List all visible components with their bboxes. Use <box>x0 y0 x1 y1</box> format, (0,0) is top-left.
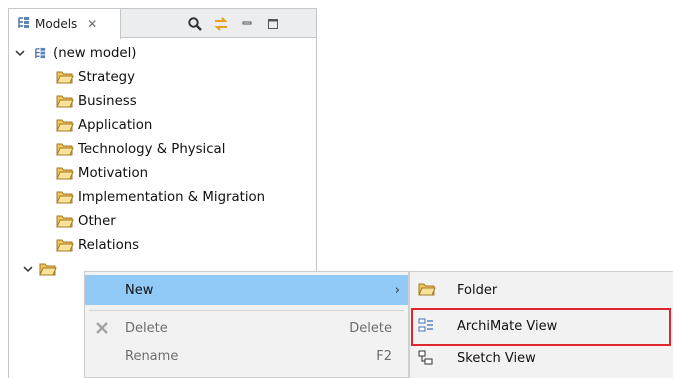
context-menu: New › Delete Delete Rename F2 <box>84 271 409 378</box>
maximize-icon[interactable] <box>263 14 283 34</box>
view-header: Models ✕ <box>9 9 316 39</box>
tree-item-folder[interactable]: Technology & Physical <box>9 137 316 161</box>
folder-icon <box>56 142 74 156</box>
models-tab[interactable]: Models ✕ <box>9 9 121 39</box>
submenu-item-label: Sketch View <box>457 350 536 366</box>
tree-item-label: Strategy <box>78 69 135 85</box>
tree-item-folder[interactable]: Relations <box>9 233 316 257</box>
tree-item-label: Relations <box>78 237 140 253</box>
link-with-editor-icon[interactable] <box>211 14 231 34</box>
tree-item-root[interactable]: (new model) <box>9 41 316 65</box>
minimize-icon[interactable] <box>237 14 257 34</box>
delete-icon <box>95 321 109 339</box>
menu-item-new[interactable]: New › <box>85 275 408 305</box>
folder-icon <box>56 214 74 228</box>
models-tab-label: Models <box>35 17 78 31</box>
folder-icon <box>56 166 74 180</box>
folder-icon <box>56 118 74 132</box>
search-icon[interactable] <box>185 14 205 34</box>
model-tree: (new model) Strategy Business Application T… <box>9 41 316 281</box>
menu-item-label: Rename <box>125 348 179 364</box>
tree-item-label: Technology & Physical <box>78 141 226 157</box>
menu-item-shortcut: Delete <box>349 320 392 336</box>
folder-icon <box>418 282 436 300</box>
tree-item-label: Application <box>78 117 153 133</box>
menu-separator <box>89 310 404 311</box>
menu-item-delete[interactable]: Delete Delete <box>85 313 408 343</box>
submenu-item-label: Folder <box>457 282 498 298</box>
folder-icon <box>56 94 74 108</box>
submenu-item-folder[interactable]: Folder <box>410 275 673 305</box>
folder-icon <box>39 262 57 276</box>
tree-item-folder[interactable]: Motivation <box>9 161 316 185</box>
folder-icon <box>56 190 74 204</box>
tree-item-folder[interactable]: Implementation & Migration <box>9 185 316 209</box>
tree-item-folder[interactable]: Application <box>9 113 316 137</box>
tree-item-label: Implementation & Migration <box>78 189 266 205</box>
sketch-view-icon <box>418 350 434 370</box>
view-toolbar <box>185 9 283 38</box>
tree-item-folder[interactable]: Business <box>9 89 316 113</box>
model-icon <box>34 47 47 60</box>
submenu-item-sketch-view[interactable]: Sketch View <box>410 343 673 373</box>
tree-item-label: Motivation <box>78 165 149 181</box>
archimate-view-icon <box>418 318 434 338</box>
tree-item-folder[interactable]: Other <box>9 209 316 233</box>
model-tree-icon <box>17 16 31 33</box>
folder-icon <box>56 238 74 252</box>
folder-icon <box>56 70 74 84</box>
chevron-down-icon[interactable] <box>15 49 25 57</box>
tree-item-label: (new model) <box>53 45 137 61</box>
chevron-down-icon[interactable] <box>23 265 33 273</box>
close-tab-icon[interactable]: ✕ <box>87 17 97 31</box>
tree-item-label: Other <box>78 213 116 229</box>
menu-item-label: New <box>125 282 154 298</box>
tree-item-folder[interactable]: Strategy <box>9 65 316 89</box>
tree-item-label: Business <box>78 93 137 109</box>
new-submenu: Folder ArchiMate View Sketch View <box>409 271 673 378</box>
submenu-item-archimate-view[interactable]: ArchiMate View <box>410 311 673 341</box>
chevron-right-icon: › <box>394 282 400 298</box>
submenu-item-label: ArchiMate View <box>457 318 558 334</box>
menu-item-label: Delete <box>125 320 168 336</box>
menu-item-rename[interactable]: Rename F2 <box>85 341 408 371</box>
menu-item-shortcut: F2 <box>376 348 392 364</box>
